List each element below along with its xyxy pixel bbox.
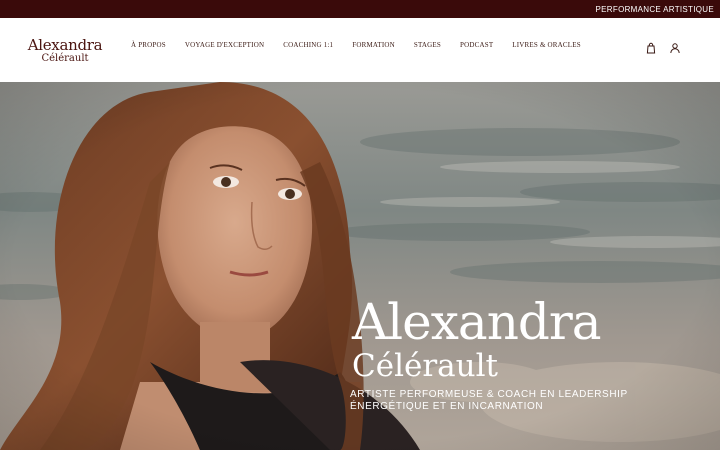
main-navigation: À PROPOS VOYAGE D'EXCEPTION COACHING 1:1… [131,39,600,51]
hero-tagline-line2: ÉNERGÉTIQUE ET EN INCARNATION [350,401,544,412]
hero-banner: Alexandra Célérault ARTISTE PERFORMEUSE … [0,82,720,450]
hero-tagline: ARTISTE PERFORMEUSE & COACH EN LEADERSHI… [350,389,650,413]
top-announcement-bar: PERFORMANCE ARTISTIQUE [0,0,720,18]
nav-item-livres-oracles[interactable]: LIVRES & ORACLES [512,41,581,49]
nav-item-formation[interactable]: FORMATION [352,41,395,49]
nav-item-stages[interactable]: STAGES [414,41,441,49]
user-icon[interactable] [669,42,681,54]
hero-tagline-line1: ARTISTE PERFORMEUSE & COACH EN LEADERSHI… [350,389,628,400]
nav-item-voyage[interactable]: VOYAGE D'EXCEPTION [185,41,264,49]
site-header: Alexandra Célérault À PROPOS VOYAGE D'EX… [0,18,720,82]
nav-item-podcast[interactable]: PODCAST [460,41,493,49]
site-logo[interactable]: Alexandra Célérault [27,37,103,67]
nav-item-a-propos[interactable]: À PROPOS [131,41,166,49]
header-icons [645,42,681,54]
logo-first-name: Alexandra [27,36,103,54]
logo-last-name: Célérault [41,53,89,64]
performance-artistique-link[interactable]: PERFORMANCE ARTISTIQUE [596,5,714,14]
shopping-bag-icon[interactable] [645,42,657,54]
nav-item-coaching[interactable]: COACHING 1:1 [283,41,333,49]
hero-title: Alexandra [352,293,602,351]
hero-subtitle: Célérault [352,348,498,384]
